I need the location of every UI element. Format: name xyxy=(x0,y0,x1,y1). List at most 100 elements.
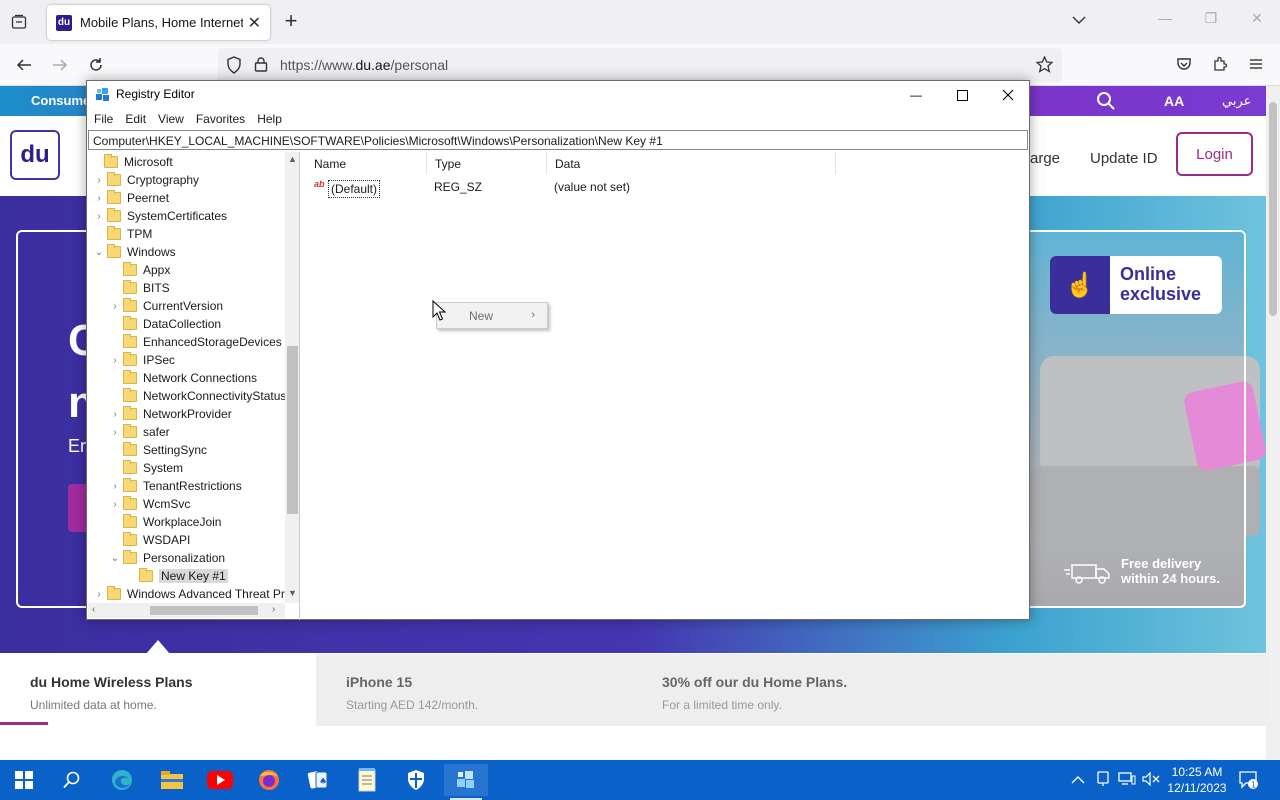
tree-item-windows-advanced-threat-pro[interactable]: › Windows Advanced Threat Pro xyxy=(91,585,292,603)
hero-cta-button[interactable] xyxy=(68,484,88,532)
promo-card[interactable]: iPhone 15 Starting AED 142/month. xyxy=(316,654,632,726)
close-window-icon[interactable]: ✕ xyxy=(1234,10,1280,27)
expand-icon[interactable]: › xyxy=(107,499,123,510)
minimize-icon[interactable]: — xyxy=(1142,10,1188,27)
collapse-icon[interactable]: ⌄ xyxy=(107,553,123,564)
nav-recharge-link[interactable]: arge xyxy=(1030,150,1060,167)
pocket-icon[interactable] xyxy=(1176,56,1192,77)
tree-horizontal-scrollbar[interactable]: ‹ › xyxy=(88,603,285,618)
tracking-protection-icon[interactable] xyxy=(226,56,242,79)
list-all-tabs-icon[interactable] xyxy=(1072,12,1086,30)
scroll-down-icon[interactable]: ▼ xyxy=(288,588,297,598)
tree-item-personalization[interactable]: ⌄ Personalization xyxy=(107,549,225,567)
system-clock[interactable]: 10:25 AM 12/11/2023 xyxy=(1160,764,1234,796)
menu-icon[interactable] xyxy=(1248,56,1264,77)
file-explorer-icon[interactable] xyxy=(150,764,194,796)
language-toggle[interactable]: عربي xyxy=(1222,93,1251,109)
scroll-up-icon[interactable]: ▲ xyxy=(288,154,297,164)
forward-icon[interactable] xyxy=(48,53,72,77)
start-icon[interactable] xyxy=(2,764,46,796)
edge-icon[interactable] xyxy=(100,764,144,796)
column-name-header[interactable]: Name xyxy=(306,152,427,174)
nav-update-id-link[interactable]: Update ID xyxy=(1090,150,1158,167)
context-menu-new[interactable]: New xyxy=(469,309,493,323)
tree-item-bits[interactable]: BITS xyxy=(107,279,170,297)
expand-icon[interactable]: › xyxy=(91,175,107,186)
expand-icon[interactable]: › xyxy=(107,301,123,312)
solitaire-icon[interactable]: ♠ xyxy=(296,764,340,796)
regedit-maximize-icon[interactable] xyxy=(939,81,985,109)
value-row[interactable]: ab (Default) REG_SZ (value not set) xyxy=(306,178,1028,198)
tree-item-wsdapi[interactable]: WSDAPI xyxy=(107,531,190,549)
menu-file[interactable]: File xyxy=(93,109,120,129)
volume-muted-icon[interactable] xyxy=(1142,771,1160,791)
expand-icon[interactable]: › xyxy=(107,409,123,420)
tree-item-new-key-1[interactable]: New Key #1 xyxy=(123,567,228,585)
tree-vertical-scrollbar[interactable]: ▲ ▼ xyxy=(285,152,299,603)
reload-icon[interactable] xyxy=(84,53,108,77)
tree-item-system[interactable]: System xyxy=(107,459,183,477)
tree-item-safer[interactable]: › safer xyxy=(107,423,170,441)
page-scrollbar-thumb[interactable] xyxy=(1269,102,1277,316)
scroll-left-icon[interactable]: ‹ xyxy=(92,604,95,615)
new-tab-icon[interactable]: + xyxy=(281,10,301,32)
tree-item-settingsync[interactable]: SettingSync xyxy=(107,441,207,459)
collapse-icon[interactable]: ⌄ xyxy=(91,247,107,258)
expand-icon[interactable]: › xyxy=(91,211,107,222)
menu-edit[interactable]: Edit xyxy=(124,109,153,129)
tree-item-currentversion[interactable]: › CurrentVersion xyxy=(107,297,223,315)
url-text[interactable]: https://www.du.ae/personal xyxy=(280,57,448,73)
scroll-right-icon[interactable]: › xyxy=(272,604,275,615)
url-bar[interactable]: https://www.du.ae/personal xyxy=(218,48,1062,82)
expand-icon[interactable]: › xyxy=(91,193,107,204)
search-icon[interactable] xyxy=(50,764,94,796)
tree-item-windows[interactable]: ⌄ Windows xyxy=(91,243,176,261)
notification-center-icon[interactable]: 1 xyxy=(1238,770,1260,795)
login-button[interactable]: Login xyxy=(1176,132,1253,176)
tree-item-tpm[interactable]: TPM xyxy=(91,225,152,243)
youtube-icon[interactable] xyxy=(198,764,242,796)
menu-favorites[interactable]: Favorites xyxy=(195,109,252,129)
promo-card[interactable]: 30% off our du Home Plans. For a limited… xyxy=(632,654,1032,726)
registry-editor-taskbar-icon[interactable] xyxy=(444,764,488,800)
regedit-close-icon[interactable] xyxy=(985,81,1031,109)
address-bar[interactable]: Computer\HKEY_LOCAL_MACHINE\SOFTWARE\Pol… xyxy=(88,130,1028,150)
tree-hscroll-thumb[interactable] xyxy=(150,606,258,615)
meet-now-icon[interactable] xyxy=(1096,771,1110,792)
bookmark-star-icon[interactable] xyxy=(1035,55,1054,78)
tree-item-wcmsvc[interactable]: › WcmSvc xyxy=(107,495,190,513)
column-type-header[interactable]: Type xyxy=(427,152,547,174)
tree-item-network-connections[interactable]: Network Connections xyxy=(107,369,257,387)
tab-list-icon[interactable] xyxy=(8,11,30,33)
restore-icon[interactable]: ❐ xyxy=(1188,10,1234,27)
notepad-icon[interactable] xyxy=(345,764,389,796)
tree-item-appx[interactable]: Appx xyxy=(107,261,170,279)
tree-item-ipsec[interactable]: › IPSec xyxy=(107,351,175,369)
du-logo[interactable]: du xyxy=(10,130,60,180)
tree-item-peernet[interactable]: › Peernet xyxy=(91,189,169,207)
values-list[interactable]: Name Type Data ab (Default) REG_SZ (valu… xyxy=(306,152,1028,620)
menu-view[interactable]: View xyxy=(157,109,191,129)
defender-icon[interactable] xyxy=(394,764,438,796)
tree-scroll-thumb[interactable] xyxy=(287,346,298,514)
tree-item-networkprovider[interactable]: › NetworkProvider xyxy=(107,405,232,423)
expand-icon[interactable]: › xyxy=(107,427,123,438)
expand-icon[interactable]: › xyxy=(107,355,123,366)
promo-card[interactable]: du Home Wireless Plans Unlimited data at… xyxy=(0,640,316,726)
tree-item-systemcertificates[interactable]: › SystemCertificates xyxy=(91,207,227,225)
browser-tab[interactable]: du Mobile Plans, Home Internet & ✕ xyxy=(47,5,270,40)
tree-item-networkconnectivitystatusi[interactable]: NetworkConnectivityStatusI xyxy=(107,387,290,405)
firefox-icon[interactable] xyxy=(247,764,291,796)
tree-item-microsoft[interactable]: Microsoft xyxy=(88,153,173,171)
close-tab-icon[interactable]: ✕ xyxy=(248,13,261,33)
expand-icon[interactable]: › xyxy=(91,589,107,600)
regedit-title-bar[interactable]: Registry Editor — xyxy=(87,81,1029,109)
tree-item-workplacejoin[interactable]: WorkplaceJoin xyxy=(107,513,221,531)
back-icon[interactable] xyxy=(12,53,36,77)
expand-icon[interactable]: › xyxy=(107,481,123,492)
tree-item-datacollection[interactable]: DataCollection xyxy=(107,315,221,333)
column-data-header[interactable]: Data xyxy=(547,152,836,174)
show-hidden-icons-icon[interactable] xyxy=(1071,772,1085,790)
page-scrollbar[interactable] xyxy=(1266,86,1280,760)
font-size-toggle[interactable]: AA xyxy=(1164,93,1184,109)
